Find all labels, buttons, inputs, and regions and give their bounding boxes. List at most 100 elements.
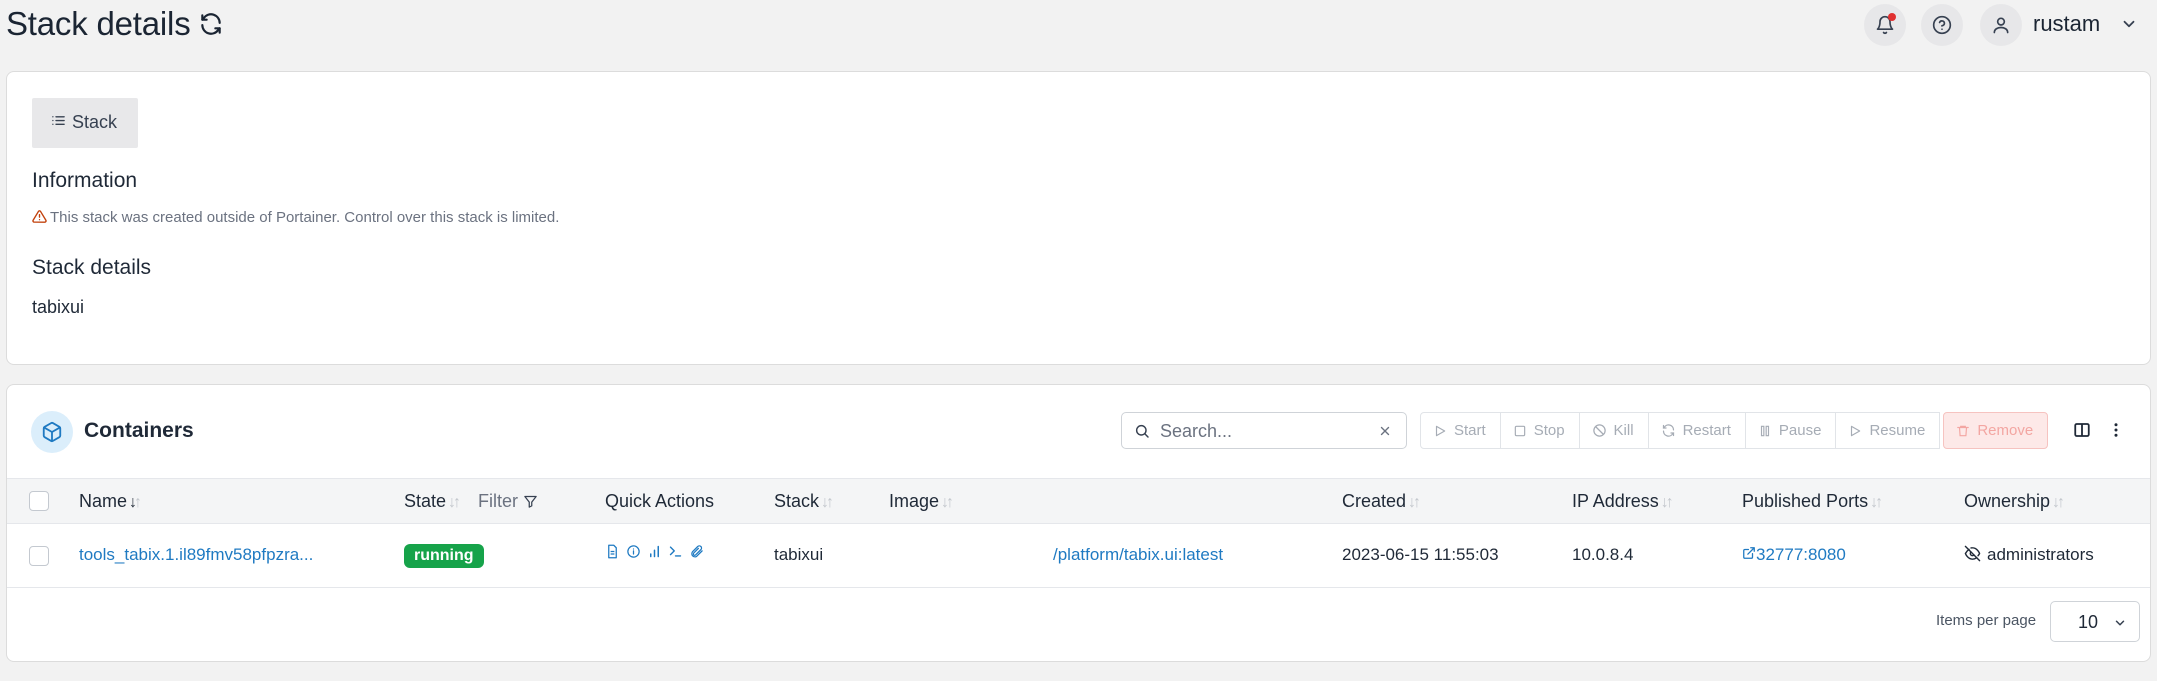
kill-button[interactable]: Kill	[1579, 412, 1649, 449]
columns-icon[interactable]	[2073, 421, 2091, 439]
col-state[interactable]: State ↓↑	[404, 491, 461, 512]
play-icon	[1851, 425, 1861, 436]
col-image[interactable]: Image ↓↑	[889, 491, 954, 512]
refresh-icon[interactable]	[198, 11, 224, 37]
help-button[interactable]	[1921, 4, 1963, 46]
logs-icon[interactable]	[605, 544, 620, 559]
restart-button[interactable]: Restart	[1648, 412, 1746, 449]
clear-search-icon[interactable]	[1378, 424, 1392, 438]
info-icon[interactable]	[626, 544, 641, 559]
sort-indicator: ↓↑	[448, 494, 461, 511]
resume-button[interactable]: Resume	[1836, 412, 1941, 449]
col-created-label: Created	[1342, 491, 1407, 511]
stack-card: Stack Information This stack was created…	[6, 71, 2151, 365]
stack-details-heading: Stack details	[32, 256, 152, 279]
container-name-link[interactable]: tools_tabix.1.il89fmv58pfpzra...	[79, 545, 313, 565]
col-name-label: Name	[79, 491, 128, 511]
stats-icon[interactable]	[647, 544, 662, 559]
notification-dot	[1888, 13, 1896, 21]
sort-indicator: ↓↑	[1408, 494, 1421, 511]
remove-button[interactable]: Remove	[1943, 412, 2049, 449]
filter-label: Filter	[478, 491, 518, 511]
row-ownership: administrators	[1964, 545, 2094, 565]
resume-label: Resume	[1869, 422, 1926, 439]
containers-card: Containers Start Stop Kill Restart Pause	[6, 384, 2151, 662]
stop-label: Stop	[1533, 422, 1565, 439]
chevron-down-icon[interactable]	[2120, 15, 2138, 33]
items-per-page-value: 10	[2078, 612, 2099, 632]
warning-icon	[32, 210, 47, 223]
stop-icon	[1514, 425, 1525, 436]
username[interactable]: rustam	[2033, 11, 2100, 37]
table-row: tools_tabix.1.il89fmv58pfpzra... running…	[7, 524, 2150, 588]
table-header: Name ↓↑ State ↓↑ Filter Quick Actions Stac…	[7, 478, 2150, 524]
col-created[interactable]: Created ↓↑	[1342, 491, 1421, 512]
search-input[interactable]	[1158, 418, 1368, 444]
play-icon	[1435, 425, 1446, 436]
kill-label: Kill	[1613, 422, 1634, 439]
row-checkbox[interactable]	[29, 546, 49, 566]
row-created: 2023-06-15 11:55:03	[1342, 545, 1499, 564]
attach-icon[interactable]	[689, 544, 704, 559]
row-ip: 10.0.8.4	[1572, 545, 1634, 564]
published-port-link[interactable]: 32777:8080	[1742, 545, 1846, 565]
col-ownership-label: Ownership	[1964, 491, 2051, 511]
col-ip-address[interactable]: IP Address ↓↑	[1572, 491, 1674, 512]
pause-label: Pause	[1778, 422, 1822, 439]
sort-indicator: ↓↑	[129, 494, 142, 511]
page-title: Stack details	[6, 5, 191, 42]
restart-label: Restart	[1682, 422, 1731, 439]
ban-icon	[1592, 424, 1606, 437]
box-icon	[42, 421, 62, 443]
warning-text: This stack was created outside of Portai…	[50, 209, 560, 226]
filter-icon	[524, 495, 537, 508]
col-stack[interactable]: Stack ↓↑	[774, 491, 834, 512]
eye-off-icon	[1964, 545, 1981, 562]
notifications-button[interactable]	[1864, 4, 1906, 46]
select-all-checkbox[interactable]	[29, 491, 49, 511]
col-image-label: Image	[889, 491, 940, 511]
remove-label: Remove	[1977, 422, 2034, 439]
state-filter[interactable]: Filter	[478, 491, 538, 512]
row-stack: tabixui	[774, 545, 824, 564]
items-per-page-label: Items per page	[1936, 612, 2037, 629]
console-icon[interactable]	[668, 544, 683, 559]
containers-title: Containers	[84, 419, 194, 442]
start-button[interactable]: Start	[1420, 412, 1501, 449]
sort-indicator: ↓↑	[941, 494, 954, 511]
help-icon	[1932, 15, 1952, 35]
tab-stack-label: Stack	[72, 112, 118, 132]
col-name[interactable]: Name ↓↑	[79, 491, 142, 512]
col-published-ports[interactable]: Published Ports ↓↑	[1742, 491, 1883, 512]
port-label: 32777:8080	[1756, 545, 1846, 564]
sort-indicator: ↓↑	[1870, 494, 1883, 511]
pause-button[interactable]: Pause	[1745, 412, 1837, 449]
user-avatar[interactable]	[1980, 4, 2022, 46]
information-heading: Information	[32, 169, 138, 192]
col-ports-label: Published Ports	[1742, 491, 1869, 511]
more-options-icon[interactable]	[2107, 421, 2125, 439]
restart-icon	[1662, 424, 1674, 437]
col-state-label: State	[404, 491, 447, 511]
items-per-page-select[interactable]: 10	[2050, 601, 2140, 642]
containers-icon-wrap	[31, 411, 73, 453]
trash-icon	[1957, 425, 1970, 436]
tab-stack[interactable]: Stack	[32, 98, 138, 148]
col-ownership[interactable]: Ownership ↓↑	[1964, 491, 2065, 512]
list-icon	[52, 116, 65, 125]
user-icon	[1993, 17, 2009, 34]
col-stack-label: Stack	[774, 491, 820, 511]
sort-indicator: ↓↑	[1660, 494, 1674, 511]
sort-indicator: ↓↑	[821, 494, 834, 511]
sort-indicator: ↓↑	[2052, 494, 2065, 511]
ownership-label: administrators	[1987, 545, 2094, 564]
container-actions: Start Stop Kill Restart Pause Resume Rem…	[1420, 412, 2049, 449]
stack-name: tabixui	[32, 297, 85, 317]
start-label: Start	[1454, 422, 1486, 439]
stop-button[interactable]: Stop	[1500, 412, 1580, 449]
row-image-link[interactable]: /platform/tabix.ui:latest	[1053, 545, 1223, 565]
quick-actions	[605, 544, 704, 559]
page-header: Stack details rustam	[0, 0, 2157, 52]
col-quick-actions: Quick Actions	[605, 491, 715, 511]
status-badge: running	[404, 544, 484, 568]
